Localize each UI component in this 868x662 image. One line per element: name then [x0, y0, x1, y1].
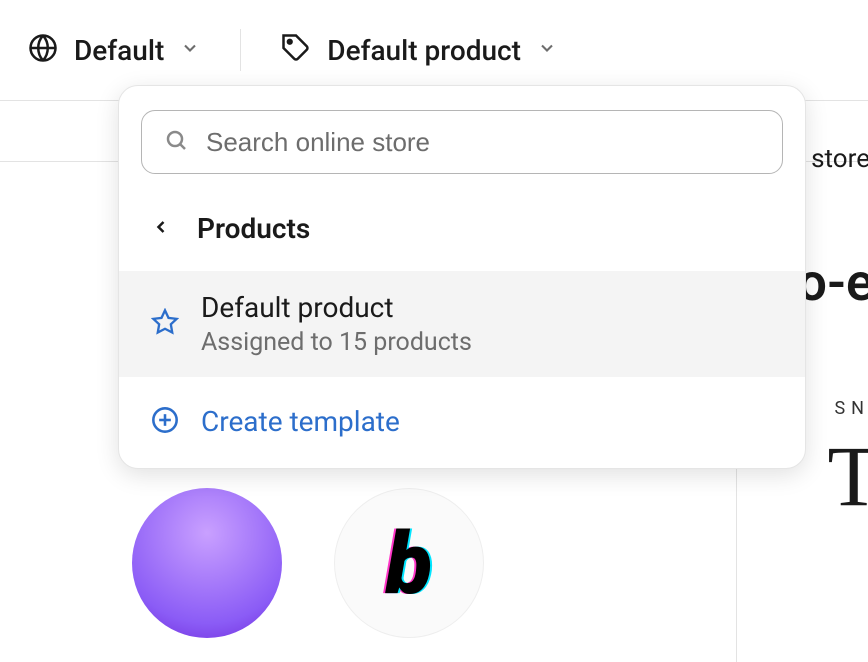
product-template-selector[interactable]: Default product	[281, 33, 557, 67]
search-icon	[164, 128, 188, 156]
product-template-label: Default product	[327, 34, 521, 67]
template-item-subtitle: Assigned to 15 products	[201, 328, 472, 357]
product-thumbnail[interactable]: b	[334, 488, 484, 638]
chevron-left-icon	[151, 217, 171, 241]
background-text: store	[811, 144, 868, 174]
plus-circle-icon	[151, 406, 179, 438]
product-thumbnail[interactable]	[132, 488, 282, 638]
star-icon	[151, 308, 179, 340]
globe-icon	[28, 33, 58, 67]
theme-selector[interactable]: Default	[28, 33, 200, 67]
template-item-title: Default product	[201, 291, 472, 324]
template-item-default-product[interactable]: Default product Assigned to 15 products	[119, 271, 805, 377]
tag-icon	[281, 33, 311, 67]
background-text: SN	[834, 398, 868, 419]
theme-label: Default	[74, 34, 164, 67]
chevron-down-icon	[180, 38, 200, 62]
background-text: T	[827, 426, 868, 526]
chevron-down-icon	[537, 38, 557, 62]
products-back-header[interactable]: Products	[119, 186, 805, 271]
divider	[240, 29, 241, 71]
search-box[interactable]	[141, 110, 783, 174]
template-dropdown: Products Default product Assigned to 15 …	[118, 85, 806, 469]
section-title: Products	[197, 212, 310, 245]
create-template-button[interactable]: Create template	[119, 377, 805, 468]
create-template-label: Create template	[201, 405, 400, 438]
search-input[interactable]	[206, 127, 760, 158]
